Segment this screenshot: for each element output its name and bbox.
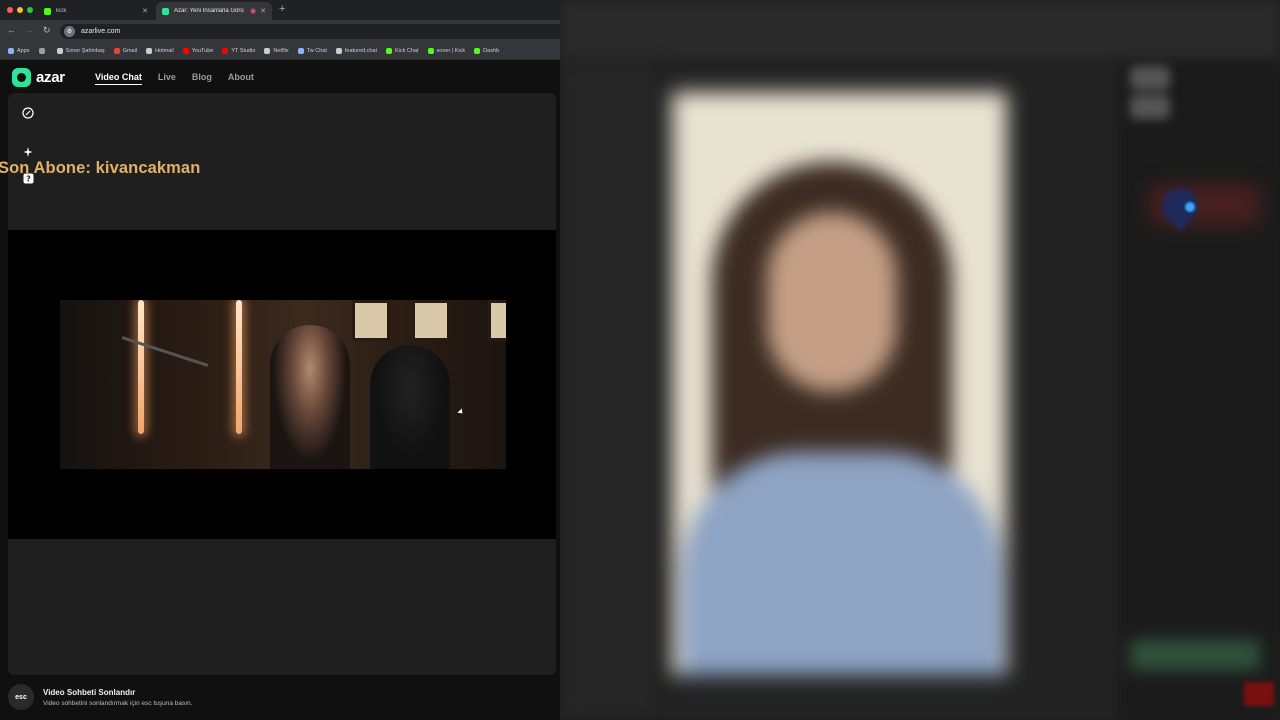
bookmarks-bar: Apps Soner Şahinbaş Gmail Hotmail YouTub…: [0, 42, 560, 60]
bookmark-yt-studio[interactable]: YT Studio: [222, 47, 255, 54]
tab-label: kick: [56, 8, 67, 14]
tab-bar: kick ✕ Azar: Yeni İnsanlarla Görü ◉ ✕ +: [0, 0, 560, 20]
blurred-bottom-bar: [1130, 640, 1260, 670]
forward-arrow-icon[interactable]: →: [25, 25, 34, 35]
bookmark-soner-kick[interactable]: soner | Kick: [427, 47, 465, 54]
nav-video-chat[interactable]: Video Chat: [95, 72, 142, 85]
wall-frame: [412, 300, 450, 341]
bookmark-hotmail[interactable]: Hotmail: [146, 47, 174, 54]
tab-close-icon[interactable]: ✕: [260, 7, 266, 15]
blurred-shirt: [682, 452, 1002, 675]
stream-overlay-text: Son Abone: kivancakman: [0, 159, 201, 177]
tab-kick[interactable]: kick ✕: [38, 2, 154, 20]
kick-icon: [427, 47, 434, 54]
azar-logo-icon: [12, 68, 31, 87]
light-strip: [236, 300, 242, 434]
bookmark-grid[interactable]: [38, 47, 48, 54]
apps-grid-icon: [8, 47, 14, 54]
location-dot-icon: [1185, 202, 1195, 212]
channel-watermark-icon: [1244, 682, 1274, 706]
end-chat-subtitle: Video sohbetini sonlandırmak için esc tu…: [43, 699, 193, 707]
nav-about[interactable]: About: [228, 72, 254, 85]
globe-icon: [335, 47, 342, 54]
self-video-area: [8, 539, 556, 675]
minimize-window-button[interactable]: [17, 7, 23, 13]
bookmark-kick-chat[interactable]: Kick Chat: [385, 47, 419, 54]
video-chat-panel: ?: [8, 93, 556, 675]
tab-azar[interactable]: Azar: Yeni İnsanlarla Görü ◉ ✕: [156, 2, 272, 20]
youtube-icon: [182, 47, 189, 54]
bookmark-apps[interactable]: Apps: [8, 47, 30, 54]
bookmark-youtube[interactable]: YouTube: [182, 47, 213, 54]
nav-live[interactable]: Live: [158, 72, 176, 85]
bookmark-tw-chat[interactable]: Tw Chat: [297, 47, 327, 54]
chat-icon: [297, 47, 304, 54]
address-bar[interactable]: ⚙ azarlive.com: [60, 24, 560, 39]
wall-frame: [488, 300, 506, 341]
azar-logo[interactable]: azar: [12, 68, 65, 87]
blurred-right-column: [1120, 62, 1280, 720]
person-silhouette: [370, 345, 450, 469]
grid-icon: [38, 47, 45, 54]
esc-key-badge[interactable]: esc: [8, 684, 34, 710]
maximize-window-button[interactable]: [27, 7, 33, 13]
wall-frame: [352, 300, 390, 341]
youtube-studio-icon: [222, 47, 229, 54]
effects-sparkle-icon[interactable]: [20, 144, 36, 160]
bookmark-gmail[interactable]: Gmail: [113, 47, 137, 54]
bookmark-featured-chat[interactable]: featured.chat: [335, 47, 377, 54]
blurred-video-feed: [672, 92, 1007, 675]
blurred-buttons: [1130, 66, 1240, 119]
url-text: azarlive.com: [81, 28, 121, 35]
microphone-arm: [121, 336, 209, 367]
nav-blog[interactable]: Blog: [192, 72, 212, 85]
new-tab-button[interactable]: +: [279, 3, 285, 15]
bookmark-soner[interactable]: Soner Şahinbaş: [56, 47, 105, 54]
logo-text: azar: [36, 69, 65, 86]
back-arrow-icon[interactable]: ←: [7, 25, 16, 35]
person-silhouette: [270, 325, 350, 469]
kick-favicon-icon: [44, 7, 51, 15]
video-feed: [60, 300, 506, 469]
gmail-icon: [113, 47, 120, 54]
blurred-face: [767, 212, 897, 392]
blurred-left-column: [560, 62, 660, 720]
tab-label: Azar: Yeni İnsanlarla Görü: [174, 8, 244, 14]
azar-favicon-icon: [162, 7, 169, 15]
bookmark-netflix[interactable]: Netflix: [264, 47, 289, 54]
browser-window: kick ✕ Azar: Yeni İnsanlarla Görü ◉ ✕ + …: [0, 0, 560, 720]
azar-page: azar Video Chat Live Blog About ? Son Ab…: [0, 60, 560, 720]
blurred-screen-area: [560, 0, 1280, 720]
remote-video: [8, 230, 556, 539]
globe-icon: [264, 47, 271, 54]
tab-close-icon[interactable]: ✕: [142, 7, 148, 15]
globe-icon: [56, 47, 63, 54]
site-info-icon[interactable]: ⚙: [64, 26, 75, 37]
blurred-topbar: [560, 0, 1280, 62]
globe-icon: [146, 47, 153, 54]
kick-icon: [474, 47, 481, 54]
end-chat-title: Video Sohbeti Sonlandır: [43, 687, 136, 697]
light-strip: [138, 300, 144, 434]
kick-icon: [385, 47, 392, 54]
end-chat-hint: esc Video Sohbeti Sonlandır Video sohbet…: [8, 684, 192, 710]
edit-icon[interactable]: [20, 105, 36, 121]
recording-indicator-icon: ◉: [250, 8, 257, 15]
reload-icon[interactable]: ↻: [43, 25, 51, 36]
main-nav: Video Chat Live Blog About: [95, 72, 254, 85]
site-header: azar Video Chat Live Blog About: [0, 60, 560, 94]
close-window-button[interactable]: [7, 7, 13, 13]
bookmark-dashboard[interactable]: Dashb: [474, 47, 499, 54]
